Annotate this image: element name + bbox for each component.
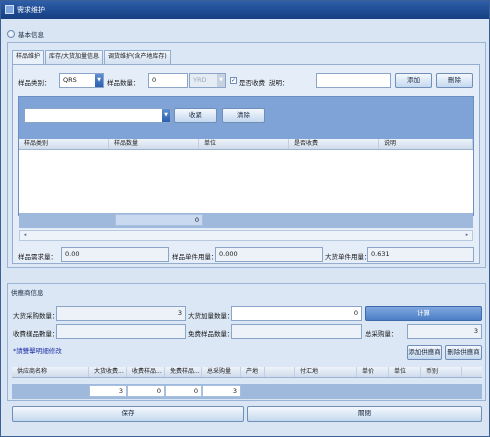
delete-button[interactable]: 刪除 <box>436 73 473 88</box>
col-note[interactable]: 说明 <box>379 139 473 149</box>
total-purchase-label: 总采购量： <box>365 330 398 338</box>
free-sample-label: 免费样品数量： <box>188 330 234 338</box>
basic-info-title: 基本信息 <box>18 31 44 39</box>
col-blank[interactable] <box>265 367 295 377</box>
bulk-charge-total: 3 <box>89 385 127 397</box>
collect-button[interactable]: 收紧 <box>174 108 217 123</box>
clear-button[interactable]: 清除 <box>222 108 265 123</box>
basic-info-header[interactable]: 基本信息 <box>7 27 44 41</box>
tab-transfer-maintenance[interactable]: 调货维护(含产地库存) <box>104 50 171 64</box>
sample-grid-header: 样品类别 样品数量 单位 是否收费 说明 <box>19 139 473 150</box>
sample-grid-body[interactable] <box>19 150 473 213</box>
close-button[interactable]: 關閉 <box>247 406 482 422</box>
free-sample-total: 0 <box>165 385 202 397</box>
supplier-title: 供應商信息 <box>11 289 44 297</box>
sample-type-value: QRS <box>63 76 77 84</box>
bulk-purchase-label: 大货采购数量： <box>13 312 59 320</box>
sample-grid-footer: 0 <box>19 213 473 228</box>
col-origin[interactable]: 产地 <box>241 367 265 377</box>
charged-sample-total: 0 <box>127 385 165 397</box>
sample-total-cell: 0 <box>115 214 203 226</box>
tab-stock-bulk-info[interactable]: 库存/大货加量信息 <box>45 50 104 64</box>
delete-supplier-button[interactable]: 刪除供應商 <box>445 345 482 360</box>
collapse-icon[interactable] <box>7 30 15 38</box>
bulk-add-label: 大货加量数量： <box>188 312 234 320</box>
scroll-left-icon[interactable]: ◂ <box>21 231 29 240</box>
col-currency[interactable]: 币别 <box>421 367 462 377</box>
calculate-button[interactable]: 计算 <box>365 306 482 321</box>
chevron-down-icon[interactable]: ▼ <box>95 74 103 87</box>
sample-type-select[interactable]: QRS ▼ <box>59 73 104 88</box>
supplier-grid-header: 供应商名称 大货收费... 收费样品... 免费样品... 总采购量 产地 付汇… <box>12 367 482 378</box>
sample-qty-input[interactable]: 0 <box>148 73 188 88</box>
col-supplier-name[interactable]: 供应商名称 <box>12 367 89 377</box>
basic-tabs: 样品维护 库存/大货加量信息 调货维护(含产地库存) <box>12 50 172 65</box>
col-payment-place[interactable]: 付汇地 <box>295 367 357 377</box>
title-bar: 需求维护 <box>1 1 489 19</box>
note-label: 説明： <box>269 79 289 87</box>
col-total-purchase[interactable]: 总采购量 <box>202 367 241 377</box>
charged-sample-input[interactable] <box>56 324 186 339</box>
unit-select: YRD ▼ <box>189 73 226 88</box>
dialog-window: 需求维护 基本信息 样品维护 库存/大货加量信息 调货维护(含产地库存) 样品类… <box>0 0 490 437</box>
charge-checkbox[interactable]: ✓ <box>230 77 237 84</box>
free-sample-input[interactable] <box>231 324 362 339</box>
col-sample-qty[interactable]: 样品数量 <box>109 139 199 149</box>
supplier-header: 供應商信息 <box>11 285 44 299</box>
add-button[interactable]: 添加 <box>395 73 432 88</box>
charge-label: 是否收费 <box>239 79 265 87</box>
sample-qty-label: 样品数量： <box>107 79 140 87</box>
bulk-purchase-input[interactable]: 3 <box>56 306 186 321</box>
add-supplier-button[interactable]: 添加供應商 <box>407 345 442 360</box>
col-charged-sample[interactable]: 收费样品... <box>127 367 165 377</box>
sample-demand-input[interactable]: 0.00 <box>61 247 169 262</box>
note-input[interactable] <box>316 73 391 88</box>
sample-unit-usage-label: 样品单件用量： <box>172 253 218 261</box>
bulk-unit-usage-label: 大货单件用量： <box>325 253 371 261</box>
tab-sample-maintenance[interactable]: 样品维护 <box>12 50 45 65</box>
chevron-down-icon[interactable]: ▼ <box>162 109 170 122</box>
col-unit[interactable]: 单位 <box>389 367 421 377</box>
col-unit-price[interactable]: 单价 <box>357 367 389 377</box>
sample-demand-label: 样品需求量： <box>18 253 57 261</box>
window-icon <box>5 5 14 14</box>
filter-select[interactable]: ▼ <box>24 108 171 123</box>
save-button[interactable]: 保存 <box>12 406 244 422</box>
bulk-unit-usage-input[interactable]: 0.631 <box>367 247 474 262</box>
col-charge[interactable]: 是否收费 <box>289 139 379 149</box>
supplier-grid-footer: 3 0 0 3 <box>12 384 482 399</box>
bulk-add-input[interactable]: 0 <box>231 306 362 321</box>
col-bulk-charge[interactable]: 大货收费... <box>89 367 127 377</box>
total-purchase-total: 3 <box>202 385 241 397</box>
sample-type-label: 样品类别： <box>18 79 51 87</box>
edit-hint: *請雙擊明細修改 <box>13 347 62 355</box>
charged-sample-label: 收費樣品數量： <box>13 330 59 338</box>
col-sample-type[interactable]: 样品类别 <box>19 139 109 149</box>
window-title: 需求维护 <box>17 6 45 14</box>
total-purchase-input[interactable]: 3 <box>407 324 482 339</box>
horizontal-scrollbar[interactable]: ◂ ▸ <box>19 230 473 241</box>
unit-value: YRD <box>193 76 207 84</box>
col-unit[interactable]: 单位 <box>199 139 289 149</box>
scroll-right-icon[interactable]: ▸ <box>463 231 471 240</box>
col-free-sample[interactable]: 免费样品... <box>165 367 202 377</box>
sample-unit-usage-input[interactable]: 0.000 <box>215 247 323 262</box>
chevron-down-icon: ▼ <box>217 74 225 87</box>
